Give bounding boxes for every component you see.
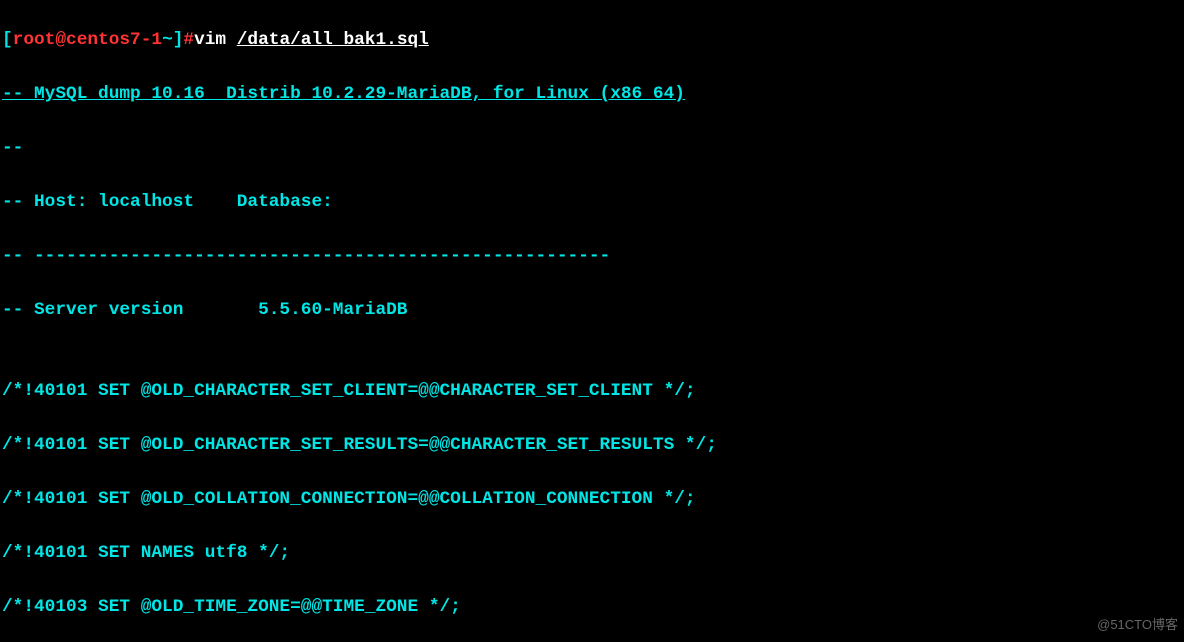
cmd-file-path: /data/all_bak1.sql [237,30,429,50]
prompt-close-bracket: ] [173,30,184,50]
prompt-path: ~ [162,30,173,50]
file-line: /*!40101 SET @OLD_CHARACTER_SET_CLIENT=@… [2,378,1182,405]
prompt-user-host: root@centos7-1 [13,30,162,50]
cmd-editor: vim [194,30,237,50]
file-line: /*!40101 SET NAMES utf8 */; [2,540,1182,567]
file-line: -- Host: localhost Database: [2,189,1182,216]
terminal-output[interactable]: [root@centos7-1~]#vim /data/all_bak1.sql… [0,0,1184,642]
file-line: /*!40103 SET @OLD_TIME_ZONE=@@TIME_ZONE … [2,594,1182,621]
sql-header-line: -- MySQL dump 10.16 Distrib 10.2.29-Mari… [2,81,1182,108]
watermark-text: @51CTO博客 [1097,611,1178,638]
file-line: /*!40101 SET @OLD_COLLATION_CONNECTION=@… [2,486,1182,513]
file-line: -- -------------------------------------… [2,243,1182,270]
command-line: [root@centos7-1~]#vim /data/all_bak1.sql [2,27,1182,54]
file-line: /*!40101 SET @OLD_CHARACTER_SET_RESULTS=… [2,432,1182,459]
file-line: -- Server version 5.5.60-MariaDB [2,297,1182,324]
file-line: -- [2,135,1182,162]
prompt-open-bracket: [ [2,30,13,50]
prompt-hash: # [183,30,194,50]
